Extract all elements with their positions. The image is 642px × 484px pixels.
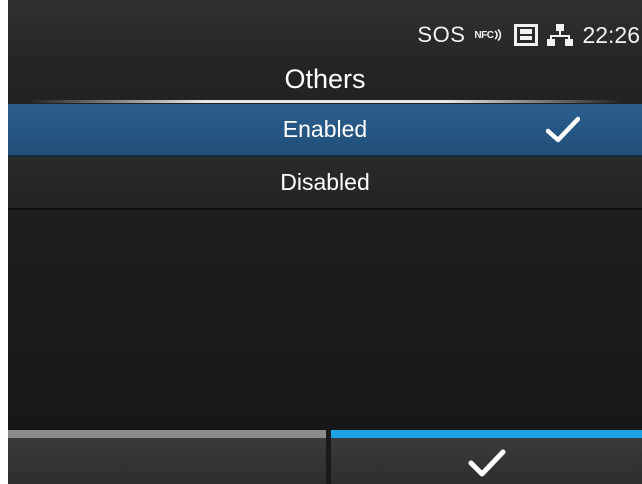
title-divider <box>28 100 622 103</box>
nfc-wave-icon <box>494 28 502 42</box>
option-enabled[interactable]: Enabled <box>8 104 642 157</box>
clock: 22:26 <box>582 21 640 48</box>
options-list: Enabled Disabled <box>8 104 642 210</box>
nfc-label: NFC <box>474 29 494 41</box>
sd-card-icon <box>514 24 539 46</box>
option-label: Enabled <box>282 116 368 142</box>
sos-indicator: SOS <box>417 22 466 47</box>
option-label: Disabled <box>280 169 370 195</box>
selected-check-icon <box>546 116 580 143</box>
back-softkey[interactable] <box>8 430 326 484</box>
check-icon <box>468 449 505 477</box>
softkey-bar <box>8 430 642 484</box>
status-bar: SOS NFC 22:26 <box>8 0 642 56</box>
status-items: SOS NFC 22:26 <box>417 20 640 50</box>
printer-screen: SOS NFC 22:26 Others Enabled Disabled <box>8 0 642 484</box>
nfc-icon: NFC <box>474 28 505 42</box>
screen-title: Others <box>284 64 366 94</box>
option-disabled[interactable]: Disabled <box>8 157 642 210</box>
network-icon <box>547 24 574 46</box>
confirm-softkey[interactable] <box>331 430 642 484</box>
